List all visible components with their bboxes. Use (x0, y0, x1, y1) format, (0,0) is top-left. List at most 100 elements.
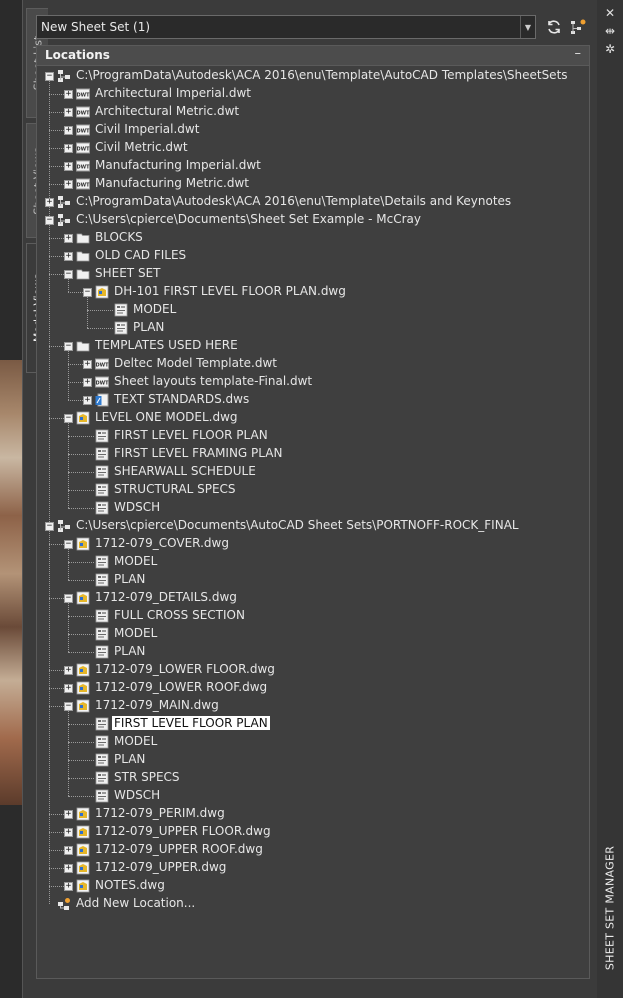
expand-icon[interactable]: + (64, 810, 73, 819)
properties-icon[interactable]: ✲ (602, 42, 618, 56)
tree-node[interactable]: PLAN (37, 751, 589, 769)
expand-icon[interactable]: + (83, 360, 92, 369)
tree-node[interactable]: + DWT Manufacturing Metric.dwt (37, 175, 589, 193)
locations-header[interactable]: Locations – (37, 46, 589, 66)
expand-icon[interactable]: + (64, 252, 73, 261)
model-view-icon (95, 555, 109, 569)
tree-node[interactable]: PLAN (37, 571, 589, 589)
expand-icon[interactable]: + (64, 882, 73, 891)
tree-node[interactable]: + DWT Deltec Model Template.dwt (37, 355, 589, 373)
expand-icon[interactable]: + (64, 162, 73, 171)
tree-node[interactable]: FULL CROSS SECTION (37, 607, 589, 625)
collapse-node-icon[interactable]: − (64, 342, 73, 351)
tree-node[interactable]: WDSCH (37, 787, 589, 805)
dwt-template-icon: DWT (76, 87, 90, 101)
tree-node[interactable]: PLAN (37, 643, 589, 661)
tree-node[interactable]: +1712-079_UPPER ROOF.dwg (37, 841, 589, 859)
tree-node[interactable]: + OLD CAD FILES (37, 247, 589, 265)
tree-node[interactable]: +1712-079_UPPER.dwg (37, 859, 589, 877)
tree-location-node[interactable]: − C:\Users\cpierce\Documents\Sheet Set Ex… (37, 211, 589, 229)
tree-branch-line (68, 562, 94, 563)
tree-node[interactable]: MODEL (37, 553, 589, 571)
tree-location-node[interactable]: − C:\Users\cpierce\Documents\AutoCAD Shee… (37, 517, 589, 535)
tree-node[interactable]: STRUCTURAL SPECS (37, 481, 589, 499)
collapse-node-icon[interactable]: − (64, 540, 73, 549)
expand-icon[interactable]: + (83, 396, 92, 405)
tree-node[interactable]: − DH-101 FIRST LEVEL FLOOR PLAN.dwg (37, 283, 589, 301)
tree-branch-line (68, 778, 94, 779)
expand-icon[interactable]: + (45, 198, 54, 207)
expand-icon[interactable]: + (64, 846, 73, 855)
expand-icon[interactable]: + (64, 666, 73, 675)
dwg-drawing-icon (76, 807, 90, 821)
sheet-options-icon[interactable] (568, 17, 588, 37)
tree-node[interactable]: + DWT Civil Metric.dwt (37, 139, 589, 157)
tree-node[interactable]: +1712-079_UPPER FLOOR.dwg (37, 823, 589, 841)
tree-node[interactable]: + DWT Architectural Imperial.dwt (37, 85, 589, 103)
close-icon[interactable]: ✕ (602, 6, 618, 20)
collapse-node-icon[interactable]: − (64, 702, 73, 711)
tree-node[interactable]: + DWT Architectural Metric.dwt (37, 103, 589, 121)
sheet-set-dropdown[interactable]: New Sheet Set (1) ▼ (36, 15, 536, 39)
tree-node[interactable]: + DWT Manufacturing Imperial.dwt (37, 157, 589, 175)
tree-node[interactable]: + NOTES.dwg (37, 877, 589, 895)
collapse-node-icon[interactable]: − (64, 414, 73, 423)
collapse-node-icon[interactable]: − (64, 270, 73, 279)
tree-node[interactable]: + TEXT STANDARDS.dws (37, 391, 589, 409)
tree-node[interactable]: STR SPECS (37, 769, 589, 787)
tree-node[interactable]: − 1712-079_DETAILS.dwg (37, 589, 589, 607)
tree-node[interactable]: − 1712-079_MAIN.dwg (37, 697, 589, 715)
tree-node[interactable]: +1712-079_LOWER FLOOR.dwg (37, 661, 589, 679)
expand-icon[interactable]: + (64, 90, 73, 99)
tree-node[interactable]: +1712-079_LOWER ROOF.dwg (37, 679, 589, 697)
tree-node[interactable]: − LEVEL ONE MODEL.dwg (37, 409, 589, 427)
expand-icon[interactable]: + (64, 234, 73, 243)
model-view-icon (95, 573, 109, 587)
location-icon (57, 69, 71, 83)
refresh-icon[interactable] (544, 17, 564, 37)
tree-node[interactable]: PLAN (37, 319, 589, 337)
expand-icon[interactable]: + (64, 684, 73, 693)
expand-icon[interactable]: + (64, 126, 73, 135)
add-new-location-item[interactable]: Add New Location... (37, 895, 589, 913)
tree-node[interactable]: − SHEET SET (37, 265, 589, 283)
collapse-node-icon[interactable]: − (83, 288, 92, 297)
tree-node[interactable]: FIRST LEVEL FLOOR PLAN (37, 715, 589, 733)
tree-branch-line (49, 130, 64, 131)
chevron-down-icon[interactable]: ▼ (520, 16, 535, 38)
autohide-icon[interactable]: ⇹ (602, 24, 618, 38)
collapse-node-icon[interactable]: − (45, 72, 54, 81)
model-view-icon (95, 717, 109, 731)
tree-node[interactable]: WDSCH (37, 499, 589, 517)
expand-icon[interactable]: + (64, 180, 73, 189)
tree-branch-line (68, 454, 94, 455)
tree-node[interactable]: SHEARWALL SCHEDULE (37, 463, 589, 481)
tree-node[interactable]: + BLOCKS (37, 229, 589, 247)
tree-location-node[interactable]: + C:\ProgramData\Autodesk\ACA 2016\enu\Te… (37, 193, 589, 211)
tree-node[interactable]: − 1712-079_COVER.dwg (37, 535, 589, 553)
tree-node-label: 1712-079_UPPER ROOF.dwg (95, 842, 263, 856)
tree-node[interactable]: + DWT Sheet layouts template-Final.dwt (37, 373, 589, 391)
expand-icon[interactable]: + (64, 864, 73, 873)
collapse-node-icon[interactable]: − (64, 594, 73, 603)
tree-node[interactable]: MODEL (37, 733, 589, 751)
tree-node[interactable]: + DWT Civil Imperial.dwt (37, 121, 589, 139)
tree-node-label: 1712-079_LOWER ROOF.dwg (95, 680, 268, 694)
expand-icon[interactable]: + (64, 108, 73, 117)
expand-icon[interactable]: + (64, 144, 73, 153)
collapse-node-icon[interactable]: − (45, 216, 54, 225)
tree-node[interactable]: MODEL (37, 301, 589, 319)
tree-location-node[interactable]: − C:\ProgramData\Autodesk\ACA 2016\enu\Te… (37, 67, 589, 85)
tree-node[interactable]: FIRST LEVEL FLOOR PLAN (37, 427, 589, 445)
tree-node[interactable]: − TEMPLATES USED HERE (37, 337, 589, 355)
palette-title: SHEET SET MANAGER (603, 845, 617, 971)
collapse-node-icon[interactable]: − (45, 522, 54, 531)
tree-node[interactable]: MODEL (37, 625, 589, 643)
tree-node[interactable]: +1712-079_PERIM.dwg (37, 805, 589, 823)
expand-icon[interactable]: + (64, 828, 73, 837)
model-view-icon (114, 321, 128, 335)
collapse-icon[interactable]: – (575, 46, 582, 61)
svg-text:DWT: DWT (95, 363, 109, 369)
tree-node[interactable]: FIRST LEVEL FRAMING PLAN (37, 445, 589, 463)
expand-icon[interactable]: + (83, 378, 92, 387)
